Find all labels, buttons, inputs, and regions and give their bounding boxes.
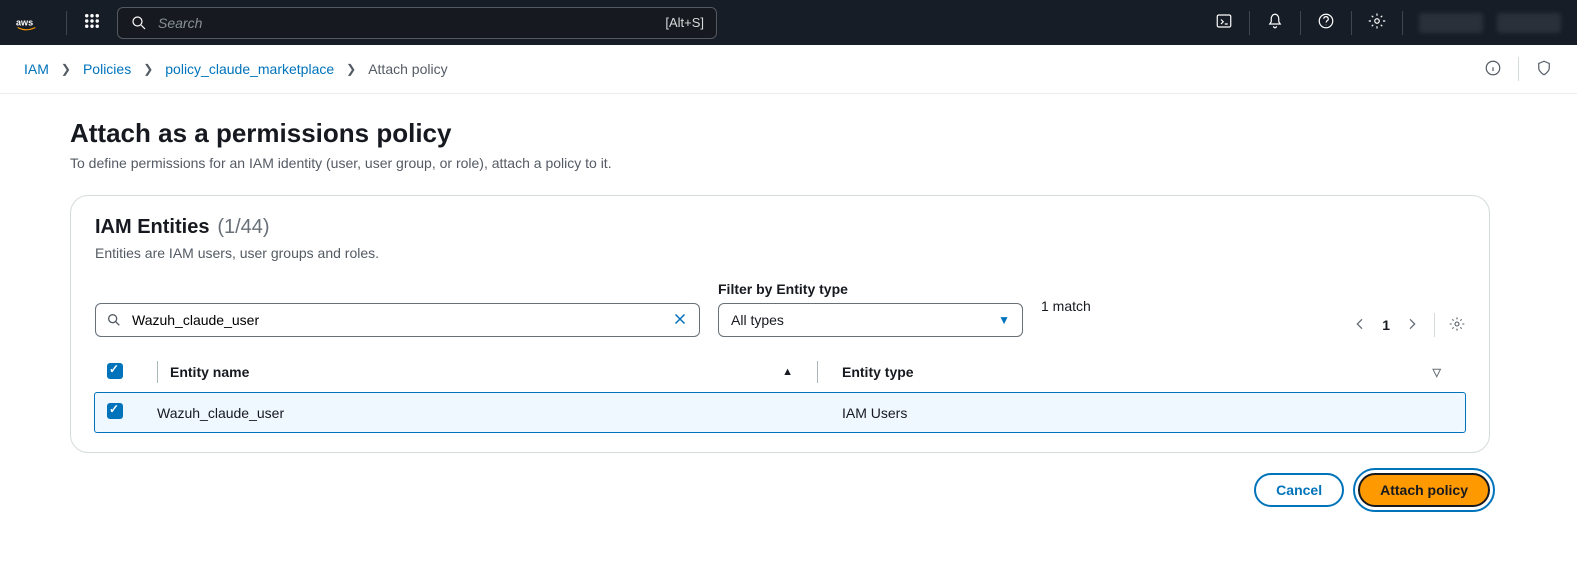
pager-prev[interactable] bbox=[1352, 316, 1368, 335]
main-content: Attach as a permissions policy To define… bbox=[0, 94, 1560, 531]
info-icon[interactable] bbox=[1484, 59, 1502, 80]
breadcrumb-policy-name[interactable]: policy_claude_marketplace bbox=[165, 61, 334, 77]
panel-count: (1/44) bbox=[217, 216, 269, 238]
pagination: 1 bbox=[1352, 313, 1465, 337]
entities-table: Entity name ▲ Entity type ▽ bbox=[95, 351, 1465, 432]
search-icon bbox=[106, 312, 122, 328]
entities-panel: IAM Entities (1/44) Entities are IAM use… bbox=[70, 195, 1490, 453]
row-entity-type: IAM Users bbox=[830, 393, 1465, 432]
breadcrumb-current: Attach policy bbox=[368, 61, 447, 77]
global-search[interactable]: [Alt+S] bbox=[117, 7, 717, 39]
entity-search-wrapper bbox=[95, 281, 700, 337]
breadcrumb-iam[interactable]: IAM bbox=[24, 61, 49, 77]
col-separator bbox=[157, 361, 158, 383]
panel-title: IAM Entities bbox=[95, 216, 209, 238]
chevron-down-icon: ▼ bbox=[998, 313, 1010, 327]
search-shortcut: [Alt+S] bbox=[665, 15, 704, 30]
page-tools bbox=[1484, 57, 1553, 81]
entity-search-input[interactable] bbox=[132, 312, 661, 328]
breadcrumb: IAM ❯ Policies ❯ policy_claude_marketpla… bbox=[0, 45, 1577, 94]
panel-desc: Entities are IAM users, user groups and … bbox=[95, 245, 1465, 261]
global-nav: aws [Alt+S] bbox=[0, 0, 1577, 45]
col-entity-name[interactable]: Entity name bbox=[170, 364, 249, 380]
tools-divider bbox=[1518, 57, 1519, 81]
security-icon[interactable] bbox=[1535, 59, 1553, 80]
entity-type-select[interactable]: All types ▼ bbox=[718, 303, 1023, 337]
col-entity-type[interactable]: Entity type bbox=[842, 364, 914, 380]
entity-search[interactable] bbox=[95, 303, 700, 337]
filter-label: Filter by Entity type bbox=[718, 281, 1023, 297]
nav-divider bbox=[66, 11, 67, 35]
help-icon[interactable] bbox=[1317, 12, 1335, 33]
chevron-right-icon: ❯ bbox=[143, 62, 153, 76]
table-row[interactable]: Wazuh_claude_user IAM Users bbox=[95, 393, 1465, 432]
table-preferences-icon[interactable] bbox=[1449, 316, 1465, 335]
match-count: 1 match bbox=[1041, 298, 1091, 320]
search-icon bbox=[130, 14, 148, 32]
nav-divider bbox=[1402, 11, 1403, 35]
notifications-icon[interactable] bbox=[1266, 12, 1284, 33]
sort-asc-icon[interactable]: ▲ bbox=[782, 366, 793, 378]
nav-right bbox=[1215, 11, 1561, 35]
chevron-right-icon: ❯ bbox=[61, 62, 71, 76]
pager-divider bbox=[1434, 313, 1435, 337]
clear-search-icon[interactable] bbox=[671, 310, 689, 331]
cloudshell-icon[interactable] bbox=[1215, 12, 1233, 33]
page-subtitle: To define permissions for an IAM identit… bbox=[70, 155, 1490, 171]
services-menu-icon[interactable] bbox=[83, 12, 101, 33]
chevron-right-icon: ❯ bbox=[346, 62, 356, 76]
select-all-checkbox[interactable] bbox=[107, 363, 123, 379]
col-separator bbox=[817, 361, 818, 383]
cancel-button[interactable]: Cancel bbox=[1254, 473, 1344, 507]
row-checkbox[interactable] bbox=[107, 403, 123, 419]
nav-divider bbox=[1300, 11, 1301, 35]
account-region[interactable] bbox=[1419, 13, 1483, 33]
account-menu[interactable] bbox=[1497, 13, 1561, 33]
form-actions: Cancel Attach policy bbox=[70, 473, 1490, 507]
nav-divider bbox=[1249, 11, 1250, 35]
pager-next[interactable] bbox=[1404, 316, 1420, 335]
aws-logo[interactable]: aws bbox=[16, 13, 50, 33]
global-search-input[interactable] bbox=[158, 15, 655, 31]
breadcrumb-policies[interactable]: Policies bbox=[83, 61, 131, 77]
page-title: Attach as a permissions policy bbox=[70, 118, 1490, 149]
attach-policy-button[interactable]: Attach policy bbox=[1358, 473, 1490, 507]
row-entity-name: Wazuh_claude_user bbox=[145, 393, 830, 432]
entity-type-value: All types bbox=[731, 312, 784, 328]
pager-page-number: 1 bbox=[1382, 317, 1390, 333]
nav-divider bbox=[1351, 11, 1352, 35]
panel-controls: Filter by Entity type All types ▼ 1 matc… bbox=[95, 281, 1465, 337]
sort-icon[interactable]: ▽ bbox=[1433, 366, 1441, 379]
svg-text:aws: aws bbox=[16, 17, 33, 27]
entity-type-filter-wrapper: Filter by Entity type All types ▼ bbox=[718, 281, 1023, 337]
table-header-row: Entity name ▲ Entity type ▽ bbox=[95, 351, 1465, 393]
settings-icon[interactable] bbox=[1368, 12, 1386, 33]
